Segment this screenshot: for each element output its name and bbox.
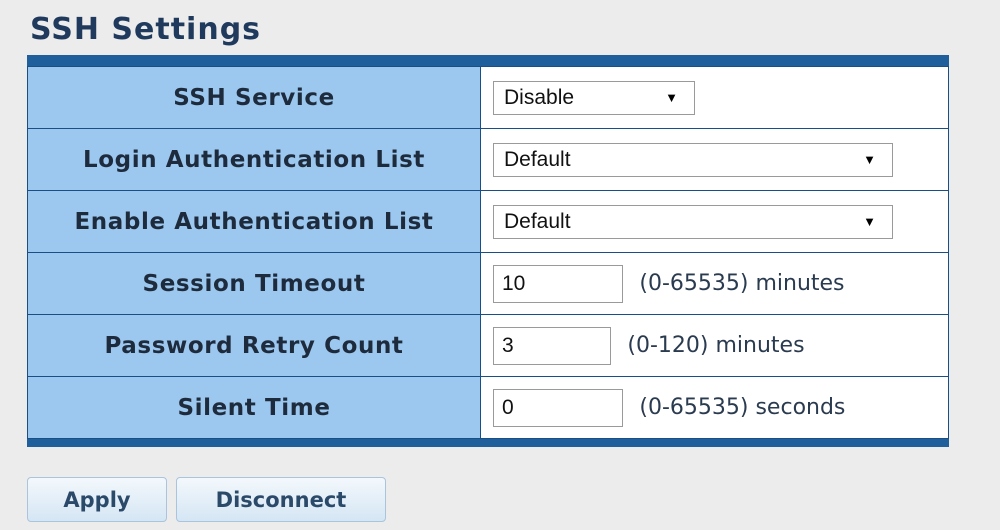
apply-button[interactable]: Apply bbox=[27, 477, 167, 522]
caret-down-icon: ▼ bbox=[863, 152, 876, 167]
password-retry-label: Password Retry Count bbox=[27, 314, 481, 377]
caret-down-icon: ▼ bbox=[665, 90, 678, 105]
row-enable-auth-list: Enable Authentication List Default ▼ bbox=[27, 190, 949, 253]
row-ssh-service: SSH Service Disable ▼ bbox=[27, 66, 949, 129]
ssh-service-select[interactable]: Disable ▼ bbox=[493, 80, 695, 115]
login-auth-list-select[interactable]: Default ▼ bbox=[493, 142, 893, 177]
password-retry-range-hint: (0-120) minutes bbox=[627, 333, 805, 358]
enable-auth-list-value: Default bbox=[504, 209, 571, 233]
row-silent-time: Silent Time (0-65535) seconds bbox=[27, 376, 949, 439]
row-login-auth-list: Login Authentication List Default ▼ bbox=[27, 128, 949, 191]
login-auth-list-label: Login Authentication List bbox=[27, 128, 481, 191]
enable-auth-list-label: Enable Authentication List bbox=[27, 190, 481, 253]
page-title: SSH Settings bbox=[30, 12, 262, 47]
disconnect-button[interactable]: Disconnect bbox=[176, 477, 386, 522]
silent-time-range-hint: (0-65535) seconds bbox=[639, 395, 846, 420]
caret-down-icon: ▼ bbox=[863, 214, 876, 229]
session-timeout-input[interactable] bbox=[493, 264, 623, 303]
password-retry-input[interactable] bbox=[493, 326, 611, 365]
ssh-settings-table: SSH Service Disable ▼ Login Authenticati… bbox=[27, 55, 949, 447]
session-timeout-range-hint: (0-65535) minutes bbox=[639, 271, 845, 296]
row-password-retry: Password Retry Count (0-120) minutes bbox=[27, 314, 949, 377]
ssh-service-label: SSH Service bbox=[27, 66, 481, 129]
silent-time-label: Silent Time bbox=[27, 376, 481, 439]
silent-time-input[interactable] bbox=[493, 388, 623, 427]
enable-auth-list-select[interactable]: Default ▼ bbox=[493, 204, 893, 239]
row-session-timeout: Session Timeout (0-65535) minutes bbox=[27, 252, 949, 315]
ssh-service-value: Disable bbox=[504, 85, 575, 109]
session-timeout-label: Session Timeout bbox=[27, 252, 481, 315]
login-auth-list-value: Default bbox=[504, 147, 571, 171]
